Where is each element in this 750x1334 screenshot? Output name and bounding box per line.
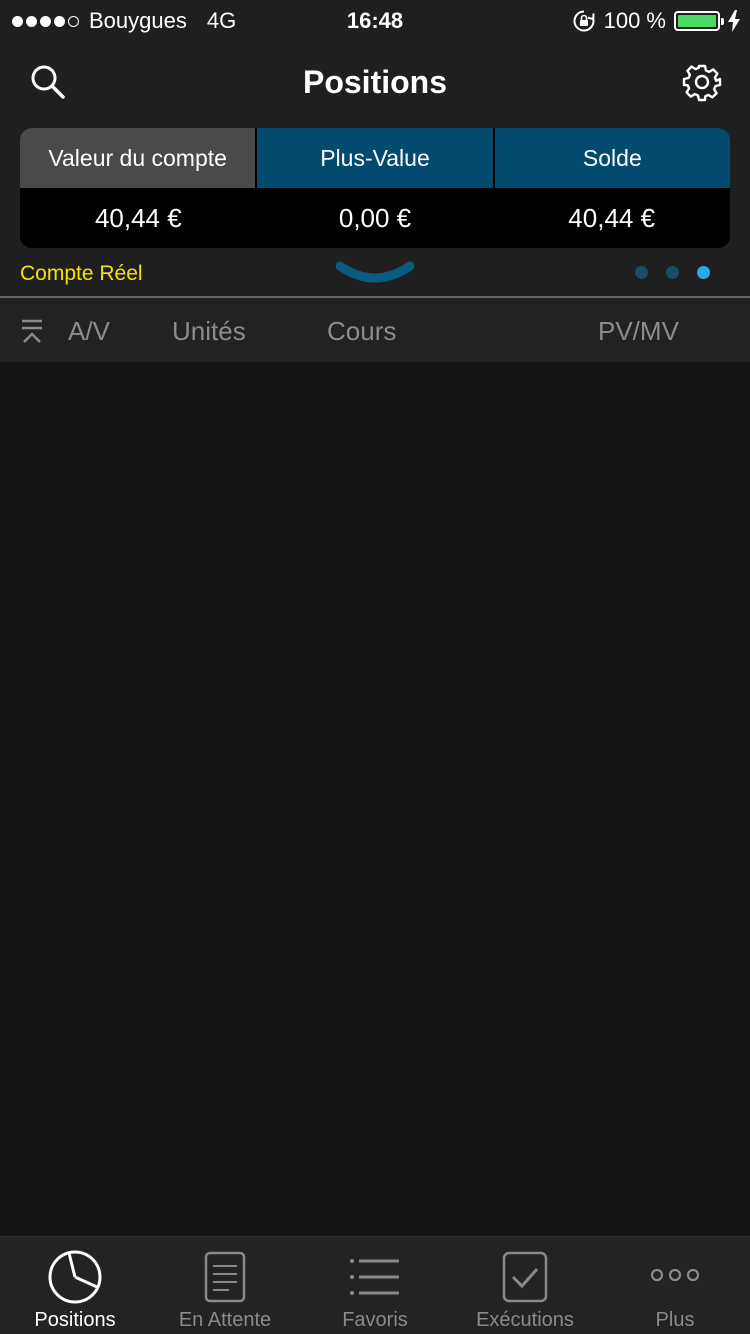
summary-header-balance[interactable]: Solde: [492, 128, 730, 188]
positions-column-header: A/V Unités Cours PV/MV: [0, 298, 750, 362]
navigation-bar: Positions: [0, 42, 750, 124]
page-indicator[interactable]: [635, 266, 710, 279]
battery-icon: [674, 11, 724, 31]
summary-headers: Valeur du compte Plus-Value Solde: [20, 128, 730, 188]
balance-value: 40,44 €: [568, 202, 656, 233]
summary-values: 40,44 € 0,00 € 40,44 €: [20, 188, 730, 248]
page-dot[interactable]: [666, 266, 679, 279]
tab-positions[interactable]: Positions: [0, 1237, 150, 1334]
tab-label: Plus: [655, 1309, 695, 1331]
tab-label: Exécutions: [476, 1309, 574, 1331]
tab-executions[interactable]: Exécutions: [450, 1237, 600, 1334]
summary-header-account-value[interactable]: Valeur du compte: [20, 128, 256, 188]
more-icon: [650, 1268, 700, 1282]
column-price[interactable]: Cours: [327, 316, 396, 347]
column-profit-loss[interactable]: PV/MV: [598, 316, 679, 347]
gear-icon[interactable]: [682, 62, 722, 102]
chevron-down-icon[interactable]: [336, 260, 414, 284]
summary-card[interactable]: Valeur du compte Plus-Value Solde 40,44 …: [20, 128, 730, 248]
charging-bolt-icon: [728, 10, 740, 32]
battery-percent: 100 %: [603, 8, 666, 33]
page-title: Positions: [302, 64, 447, 100]
pie-chart-icon: [48, 1250, 102, 1304]
tab-label: Favoris: [342, 1309, 408, 1331]
summary-header-capital-gain[interactable]: Plus-Value: [255, 128, 493, 188]
tab-favorites[interactable]: Favoris: [300, 1237, 450, 1334]
column-buy-sell[interactable]: A/V: [68, 316, 110, 347]
status-right: 100 %: [572, 8, 740, 34]
page-dot[interactable]: [635, 266, 648, 279]
sort-up-icon[interactable]: [20, 318, 44, 346]
checkbox-icon: [502, 1251, 548, 1303]
tab-pending[interactable]: En Attente: [150, 1237, 300, 1334]
account-value: 40,44 €: [94, 202, 182, 233]
tab-more[interactable]: Plus: [600, 1237, 750, 1334]
status-bar: Bouygues 4G 16:48 100 %: [0, 0, 750, 42]
tab-label: En Attente: [178, 1309, 272, 1331]
capital-gain-value: 0,00 €: [338, 202, 412, 233]
document-icon: [204, 1251, 246, 1303]
positions-list: [0, 362, 750, 1236]
page-dot-active[interactable]: [697, 266, 710, 279]
account-type-label[interactable]: Compte Réel: [20, 262, 143, 286]
list-icon: [350, 1259, 399, 1295]
tab-label: Positions: [34, 1309, 116, 1331]
rotation-lock-icon: [573, 10, 595, 32]
tab-bar: Positions En Attente Favoris Exécutions: [0, 1236, 750, 1334]
account-summary: Valeur du compte Plus-Value Solde 40,44 …: [0, 124, 750, 296]
column-units[interactable]: Unités: [172, 316, 246, 347]
